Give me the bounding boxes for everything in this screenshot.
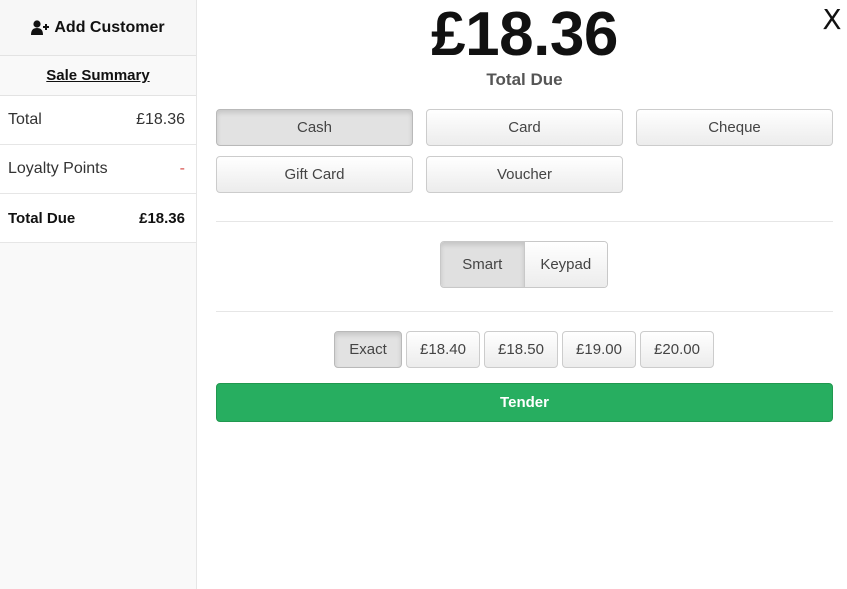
summary-row-total-due: Total Due £18.36 — [0, 194, 196, 243]
quick-amount-20-00[interactable]: £20.00 — [640, 331, 714, 368]
quick-amount-exact[interactable]: Exact — [334, 331, 402, 368]
total-due-label: Total Due — [486, 70, 563, 89]
payment-method-gift-card[interactable]: Gift Card — [216, 156, 413, 193]
quick-amount-18-40[interactable]: £18.40 — [406, 331, 480, 368]
summary-total-due-label: Total Due — [8, 209, 76, 227]
entry-mode-toggle: Smart Keypad — [440, 241, 608, 288]
summary-row-total: Total £18.36 — [0, 96, 196, 145]
mode-keypad-button[interactable]: Keypad — [523, 242, 607, 287]
payment-method-card[interactable]: Card — [426, 109, 623, 146]
summary-row-loyalty: Loyalty Points - — [0, 145, 196, 194]
summary-total-label: Total — [8, 111, 42, 128]
summary-total-value: £18.36 — [136, 111, 185, 128]
mode-smart-button[interactable]: Smart — [441, 242, 524, 287]
tender-button[interactable]: Tender — [216, 383, 833, 422]
total-due-amount: £18.36 — [431, 0, 618, 69]
sale-summary-title: Sale Summary — [0, 56, 196, 96]
close-button[interactable]: X — [818, 4, 846, 36]
sale-sidebar: Add Customer Sale Summary Total £18.36 L… — [0, 0, 197, 589]
summary-total-due-value: £18.36 — [139, 209, 185, 227]
add-customer-label: Add Customer — [54, 18, 165, 36]
user-plus-icon — [31, 20, 50, 35]
quick-amount-18-50[interactable]: £18.50 — [484, 331, 558, 368]
payment-method-cheque[interactable]: Cheque — [636, 109, 833, 146]
payment-method-voucher[interactable]: Voucher — [426, 156, 623, 193]
divider — [216, 311, 833, 312]
payment-method-cash[interactable]: Cash — [216, 109, 413, 146]
add-customer-button[interactable]: Add Customer — [0, 0, 196, 56]
quick-amount-19-00[interactable]: £19.00 — [562, 331, 636, 368]
payment-screen: Add Customer Sale Summary Total £18.36 L… — [0, 0, 847, 589]
divider — [216, 221, 833, 222]
summary-rows: Total £18.36 Loyalty Points - Total Due … — [0, 96, 196, 243]
summary-loyalty-label: Loyalty Points — [8, 160, 108, 177]
summary-loyalty-value: - — [179, 160, 185, 177]
